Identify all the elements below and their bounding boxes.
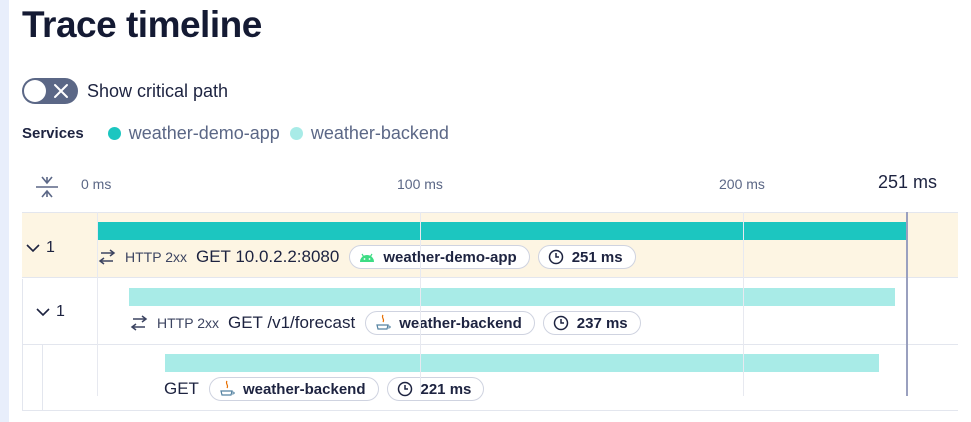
duration-pill: 251 ms (537, 245, 636, 269)
service-name: weather-backend (399, 314, 522, 332)
critical-path-toggle[interactable] (22, 78, 78, 104)
page-title: Trace timeline (22, 4, 262, 45)
span-info: GET weather-backend 221 ms (164, 377, 492, 401)
gridline-100ms (420, 212, 421, 396)
swap-arrows-icon (98, 249, 116, 265)
span-duration: 237 ms (576, 314, 628, 332)
span-expander[interactable]: 1 (36, 303, 65, 321)
critical-path-label: Show critical path (87, 80, 229, 101)
timeline-axis: 0 ms 100 ms 200 ms 251 ms (22, 168, 958, 198)
indent-guide (22, 345, 23, 411)
indent-guide (22, 279, 23, 345)
collapse-all-icon[interactable] (34, 174, 60, 200)
java-icon (220, 380, 235, 396)
services-label: Services (22, 124, 84, 142)
clock-icon (548, 249, 563, 265)
span-child-count: 1 (46, 239, 55, 256)
span-duration: 251 ms (571, 248, 623, 266)
span-child-count: 1 (56, 303, 65, 320)
left-sidebar-strip (0, 0, 9, 422)
chevron-down-icon (36, 308, 50, 317)
swap-arrows-icon (130, 315, 148, 331)
indent-guide (42, 345, 43, 411)
span-bar[interactable] (164, 354, 879, 372)
axis-tick-100: 100 ms (397, 176, 443, 192)
span-operation: GET (164, 379, 199, 398)
gridline-200ms (743, 212, 744, 396)
critical-path-control: Show critical path (22, 78, 228, 104)
service-pill[interactable]: weather-backend (208, 377, 379, 401)
toggle-knob (24, 80, 46, 102)
android-icon (360, 253, 375, 262)
span-operation: GET /v1/forecast (227, 313, 356, 332)
span-bar[interactable] (129, 288, 895, 306)
clock-icon (553, 315, 569, 331)
service-name: weather-backend (242, 380, 366, 398)
legend-item-weather-backend: weather-backend (289, 122, 449, 144)
timeline-grid: 1 HTTP 2xx GET 10.0.2.2:8080 weather-dem… (22, 212, 958, 412)
service-name: weather-demo-app (383, 248, 517, 266)
clock-icon (397, 381, 412, 397)
trace-end-marker (906, 212, 908, 396)
span-status: HTTP 2xx (157, 315, 219, 331)
legend-item-weather-demo-app: weather-demo-app (107, 122, 280, 144)
axis-tick-200: 200 ms (719, 176, 765, 192)
span-bar[interactable] (97, 222, 908, 240)
legend-dot (289, 126, 303, 140)
span-status: HTTP 2xx (125, 249, 187, 265)
chevron-down-icon (26, 244, 40, 253)
span-info: HTTP 2xx GET 10.0.2.2:8080 weather-demo-… (97, 245, 644, 269)
span-info: HTTP 2xx GET /v1/forecast weather-backen… (129, 311, 649, 335)
span-row[interactable]: 1 HTTP 2xx GET 10.0.2.2:8080 weather-dem… (22, 212, 958, 278)
duration-pill: 237 ms (542, 311, 641, 335)
legend-label: weather-demo-app (128, 122, 280, 143)
span-duration: 221 ms (420, 380, 472, 398)
service-pill[interactable]: weather-demo-app (349, 245, 530, 269)
span-operation: GET 10.0.2.2:8080 (195, 247, 340, 266)
java-icon (376, 314, 391, 330)
duration-pill: 221 ms (386, 377, 485, 401)
axis-total-duration: 251 ms (878, 172, 938, 192)
gridline-0ms (97, 212, 98, 396)
span-row[interactable]: 1 HTTP 2xx GET /v1/forecast weather-back… (22, 279, 958, 345)
service-pill[interactable]: weather-backend (365, 311, 535, 335)
legend-label: weather-backend (310, 122, 449, 143)
span-row[interactable]: GET weather-backend 221 ms (22, 345, 958, 411)
close-icon (54, 84, 68, 98)
legend-dot (107, 126, 121, 140)
axis-tick-0: 0 ms (81, 176, 112, 192)
span-expander[interactable]: 1 (26, 239, 55, 257)
services-legend: Services weather-demo-app weather-backen… (22, 122, 459, 144)
